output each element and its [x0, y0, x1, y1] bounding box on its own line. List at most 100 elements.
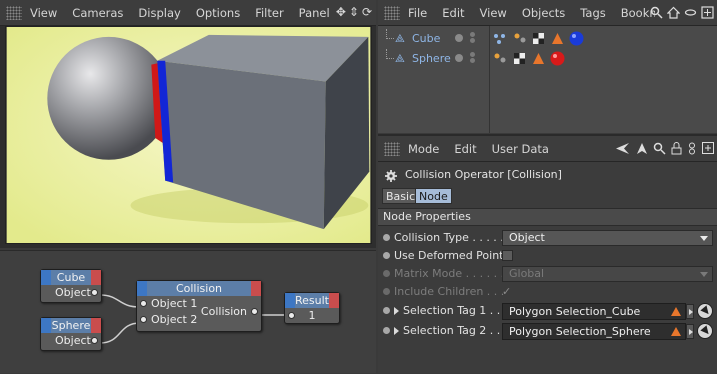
object-manager-panel[interactable]: File Edit View Objects Tags Bookm ⟁ Cube… — [378, 0, 717, 133]
node-input-port[interactable] — [137, 281, 147, 296]
material-tag-icon[interactable] — [512, 31, 527, 46]
input-port-dot[interactable] — [288, 312, 295, 319]
editor-render-visibility-dots[interactable] — [470, 32, 475, 37]
layer-visibility-dot[interactable] — [455, 54, 463, 62]
texture-tag-icon[interactable] — [531, 31, 546, 46]
lock-icon[interactable] — [671, 142, 682, 155]
attribute-manager-panel[interactable]: Mode Edit User Data Collision Operator [… — [378, 134, 717, 373]
node-output-port[interactable] — [91, 318, 101, 333]
animation-bullet-icon[interactable] — [383, 252, 390, 259]
am-toolbar-icons — [615, 142, 714, 155]
blue-material-icon[interactable] — [568, 30, 585, 47]
node-sphere-header[interactable]: Sphere — [41, 318, 101, 333]
animation-bullet-icon[interactable] — [383, 327, 390, 334]
animation-bullet-icon[interactable] — [383, 307, 390, 314]
selection-tag-icon[interactable] — [550, 31, 565, 46]
selection-tag-1-link-field[interactable]: Polygon Selection_Cube — [502, 303, 686, 320]
collision-type-dropdown[interactable]: Object — [502, 230, 713, 246]
use-deformed-points-checkbox[interactable] — [502, 250, 513, 261]
picker-cursor-icon[interactable] — [697, 303, 713, 319]
grip-handle-icon[interactable] — [6, 5, 22, 20]
prop-selection-tag-2: Selection Tag 2 . . . . Polygon Selectio… — [378, 322, 717, 342]
node-output-port[interactable] — [91, 270, 101, 285]
editor-render-visibility-dots[interactable] — [470, 52, 475, 57]
menu-options[interactable]: Options — [196, 6, 240, 20]
xpresso-node-editor[interactable]: Cube Object Sphere Object Collision Obje… — [0, 250, 376, 373]
node-result[interactable]: Result 1 — [284, 292, 340, 324]
menu-file[interactable]: File — [408, 6, 427, 20]
selection-tag-icon — [671, 327, 681, 336]
tab-basic[interactable]: Basic — [382, 188, 420, 204]
object-name-cube[interactable]: Cube — [412, 32, 440, 45]
link-menu-arrow-icon[interactable] — [686, 304, 694, 319]
viewport-panel[interactable]: View Cameras Display Options Filter Pane… — [0, 0, 376, 248]
move-icon[interactable]: ✥ — [336, 5, 346, 19]
node-cube[interactable]: Cube Object — [40, 269, 102, 303]
menu-edit[interactable]: Edit — [454, 142, 476, 156]
node-port-label: Object — [55, 286, 91, 299]
material-tag-icon[interactable] — [492, 51, 507, 66]
menu-edit[interactable]: Edit — [442, 6, 464, 20]
node-output-port[interactable] — [329, 293, 339, 308]
matrix-mode-dropdown: Global — [502, 266, 713, 282]
selection-tag-2-link-field[interactable]: Polygon Selection_Sphere — [502, 323, 686, 340]
link-menu-arrow-icon[interactable] — [686, 324, 694, 339]
link-icon[interactable] — [687, 142, 697, 155]
input-port-dot[interactable] — [140, 300, 147, 307]
node-result-header[interactable]: Result — [285, 293, 339, 308]
layer-visibility-dot[interactable] — [455, 34, 463, 42]
grip-handle-icon[interactable] — [384, 141, 400, 156]
node-collision[interactable]: Collision Object 1 Collision Object 2 — [136, 280, 262, 332]
picker-cursor-icon[interactable] — [697, 323, 713, 339]
expand-arrow-icon[interactable] — [394, 307, 399, 315]
viewport-nav-icons: ✥ ⇕ ⟳ — [336, 5, 372, 19]
3d-scene-view[interactable] — [5, 26, 372, 244]
grip-handle-icon[interactable] — [384, 5, 400, 20]
search-icon[interactable] — [653, 142, 666, 155]
texture-tag-icon[interactable] — [512, 51, 527, 66]
menu-tags[interactable]: Tags — [580, 6, 605, 20]
menu-panel[interactable]: Panel — [299, 6, 330, 20]
new-panel-icon[interactable] — [702, 142, 714, 155]
node-cube-header[interactable]: Cube — [41, 270, 101, 285]
selection-tag-icon[interactable] — [531, 51, 546, 66]
menu-cameras[interactable]: Cameras — [72, 6, 123, 20]
chevron-down-icon — [700, 236, 708, 241]
rotate-icon[interactable]: ⟳ — [362, 5, 372, 19]
link-icon[interactable] — [684, 6, 697, 19]
output-port-dot[interactable] — [91, 337, 98, 344]
home-icon[interactable] — [667, 6, 680, 19]
attribute-manager-menubar: Mode Edit User Data — [378, 136, 717, 162]
zoom-icon[interactable]: ⇕ — [349, 5, 359, 19]
input-port-dot[interactable] — [140, 316, 147, 323]
node-collision-header[interactable]: Collision — [137, 281, 261, 296]
object-name-sphere[interactable]: Sphere — [412, 52, 451, 65]
node-output-port[interactable] — [251, 281, 261, 296]
expand-arrow-icon[interactable] — [394, 327, 399, 335]
output-port-dot[interactable] — [91, 289, 98, 296]
animation-bullet-icon[interactable] — [383, 234, 390, 241]
menu-filter[interactable]: Filter — [255, 6, 283, 20]
node-input-port[interactable] — [41, 318, 51, 333]
new-panel-icon[interactable] — [701, 6, 714, 19]
collision-input-row-1: Object 1 Collision — [137, 296, 261, 318]
menu-user-data[interactable]: User Data — [492, 142, 549, 156]
object-row-cube[interactable]: ⟁ Cube — [378, 29, 717, 49]
node-input-port[interactable] — [285, 293, 295, 308]
xpresso-tag-icon[interactable] — [492, 31, 507, 46]
menu-display[interactable]: Display — [138, 6, 180, 20]
menu-view[interactable]: View — [480, 6, 507, 20]
back-arrow-icon[interactable] — [615, 142, 631, 155]
node-input-port[interactable] — [41, 270, 51, 285]
prop-label: Collision Type . . . . . . — [394, 231, 511, 244]
red-material-icon[interactable] — [549, 50, 566, 67]
menu-mode[interactable]: Mode — [408, 142, 439, 156]
object-row-sphere[interactable]: ⟁ Sphere — [378, 49, 717, 69]
up-arrow-icon[interactable] — [636, 142, 648, 155]
tab-node[interactable]: Node — [415, 188, 452, 204]
node-sphere[interactable]: Sphere Object — [40, 317, 102, 351]
menu-view[interactable]: View — [30, 6, 57, 20]
collision-input-object-1: Object 1 — [151, 297, 198, 310]
search-icon[interactable] — [650, 6, 663, 19]
menu-objects[interactable]: Objects — [522, 6, 565, 20]
